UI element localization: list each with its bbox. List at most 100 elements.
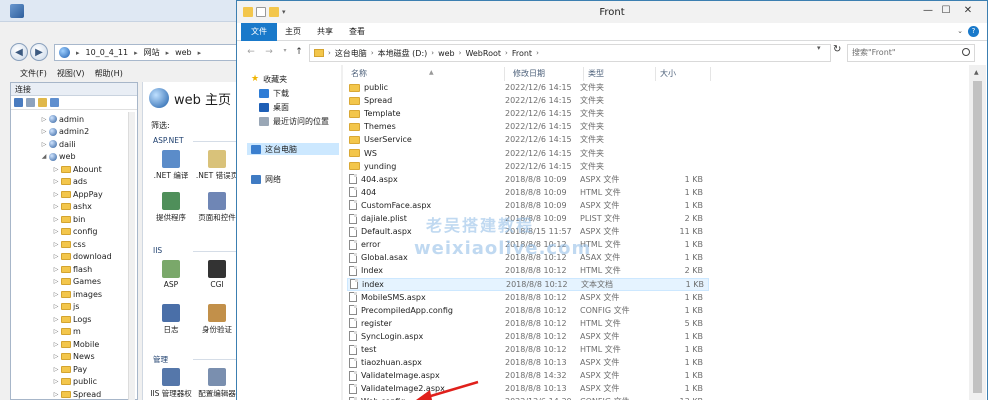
file-list-scrollbar[interactable]: ▲ bbox=[969, 65, 986, 400]
file-row[interactable]: Template 2022/12/6 14:15 文件夹 bbox=[347, 107, 709, 120]
address-part[interactable]: 10_0_4_11 bbox=[86, 48, 129, 57]
tree-folder[interactable]: ▷ config bbox=[53, 226, 98, 238]
address-part[interactable]: web bbox=[175, 48, 192, 57]
feature-item[interactable]: .NET 错误页 bbox=[195, 150, 239, 181]
collapsed-arrow-icon[interactable]: ▷ bbox=[53, 391, 59, 398]
refresh-icon[interactable] bbox=[50, 98, 59, 107]
feature-item[interactable]: 配置编辑器 bbox=[195, 368, 239, 399]
expanded-arrow-icon[interactable]: ◢ bbox=[41, 153, 47, 160]
collapsed-arrow-icon[interactable]: ▷ bbox=[53, 353, 59, 360]
tree-folder[interactable]: ▷ Logs bbox=[53, 313, 92, 325]
feature-item[interactable]: 身份验证 bbox=[195, 304, 239, 335]
tree-folder[interactable]: ▷ flash bbox=[53, 263, 93, 275]
collapsed-arrow-icon[interactable]: ▷ bbox=[53, 328, 59, 335]
tab-home[interactable]: 主页 bbox=[281, 23, 305, 41]
file-row[interactable]: public 2022/12/6 14:15 文件夹 bbox=[347, 81, 709, 94]
nav-favorites[interactable]: ★ 收藏夹 bbox=[251, 73, 287, 85]
nav-desktop[interactable]: 桌面 bbox=[259, 101, 289, 113]
collapsed-arrow-icon[interactable]: ▷ bbox=[53, 303, 59, 310]
collapsed-arrow-icon[interactable]: ▷ bbox=[41, 128, 47, 135]
feature-item[interactable]: 页面和控件 bbox=[195, 192, 239, 223]
file-row[interactable]: test 2018/8/8 10:12 HTML 文件 1 KB bbox=[347, 343, 709, 356]
tree-site[interactable]: ▷ admin bbox=[41, 113, 84, 125]
file-row[interactable]: UserService 2022/12/6 14:15 文件夹 bbox=[347, 133, 709, 146]
up-arrow-icon[interactable]: ↑ bbox=[293, 47, 305, 57]
feature-item[interactable]: 提供程序 bbox=[149, 192, 193, 223]
collapsed-arrow-icon[interactable]: ▷ bbox=[53, 278, 59, 285]
tree-site[interactable]: ◢ web bbox=[41, 151, 76, 163]
address-part-front[interactable]: Front bbox=[512, 49, 532, 58]
file-row[interactable]: 404 2018/8/8 10:09 HTML 文件 1 KB bbox=[347, 186, 709, 199]
back-arrow-icon[interactable]: ← bbox=[245, 47, 257, 57]
menu-file[interactable]: 文件(F) bbox=[20, 68, 47, 79]
tree-scrollbar[interactable] bbox=[128, 112, 135, 400]
tab-view[interactable]: 查看 bbox=[345, 23, 369, 41]
file-row[interactable]: WS 2022/12/6 14:15 文件夹 bbox=[347, 147, 709, 160]
file-row[interactable]: SyncLogin.aspx 2018/8/8 10:12 ASPX 文件 1 KB bbox=[347, 330, 709, 343]
nav-recent[interactable]: 最近访问的位置 bbox=[259, 115, 329, 127]
tree-folder[interactable]: ▷ Mobile bbox=[53, 338, 100, 350]
feature-item[interactable]: ASP bbox=[149, 260, 193, 289]
scrollbar-thumb[interactable] bbox=[973, 81, 982, 393]
tree-folder[interactable]: ▷ Spread bbox=[53, 388, 101, 400]
collapsed-arrow-icon[interactable]: ▷ bbox=[53, 228, 59, 235]
feature-item[interactable]: .NET 编译 bbox=[149, 150, 193, 181]
forward-arrow-icon[interactable]: → bbox=[263, 47, 275, 57]
tree-folder[interactable]: ▷ public bbox=[53, 376, 97, 388]
collapsed-arrow-icon[interactable]: ▷ bbox=[53, 291, 59, 298]
forward-arrow-icon[interactable]: ▶ bbox=[30, 43, 48, 61]
collapsed-arrow-icon[interactable]: ▷ bbox=[41, 116, 47, 123]
nav-network[interactable]: 网络 bbox=[251, 173, 281, 185]
address-part-webroot[interactable]: WebRoot bbox=[465, 49, 501, 58]
tree-folder[interactable]: ▷ Pay bbox=[53, 363, 87, 375]
tab-file[interactable]: 文件 bbox=[241, 23, 277, 41]
feature-item[interactable]: 日志 bbox=[149, 304, 193, 335]
tree-folder[interactable]: ▷ images bbox=[53, 288, 102, 300]
tree-folder[interactable]: ▷ m bbox=[53, 326, 81, 338]
tree-folder[interactable]: ▷ ads bbox=[53, 176, 87, 188]
collapsed-arrow-icon[interactable]: ▷ bbox=[53, 191, 59, 198]
collapsed-arrow-icon[interactable]: ▷ bbox=[53, 378, 59, 385]
file-row[interactable]: index 2018/8/8 10:12 文本文档 1 KB bbox=[347, 277, 709, 291]
file-row[interactable]: Spread 2022/12/6 14:15 文件夹 bbox=[347, 94, 709, 107]
iis-address-bar[interactable]: ▸ 10_0_4_11 ▸ 网站 ▸ web ▸ bbox=[54, 44, 240, 61]
collapsed-arrow-icon[interactable]: ▷ bbox=[41, 141, 47, 148]
tree-site[interactable]: ▷ admin2 bbox=[41, 126, 89, 138]
search-icon[interactable] bbox=[962, 48, 970, 56]
refresh-icon[interactable]: ↻ bbox=[833, 44, 847, 62]
folder-icon[interactable] bbox=[38, 98, 47, 107]
tree-folder[interactable]: ▷ Games bbox=[53, 276, 101, 288]
save-icon[interactable] bbox=[26, 98, 35, 107]
collapsed-arrow-icon[interactable]: ▷ bbox=[53, 178, 59, 185]
column-header-name[interactable]: ▲ 名称 bbox=[347, 67, 505, 81]
help-icon[interactable]: ? bbox=[968, 26, 979, 37]
collapsed-arrow-icon[interactable]: ▷ bbox=[53, 203, 59, 210]
collapsed-arrow-icon[interactable]: ▷ bbox=[53, 166, 59, 173]
address-part-drive[interactable]: 本地磁盘 (D:) bbox=[378, 48, 428, 59]
nav-downloads[interactable]: 下载 bbox=[259, 87, 289, 99]
feature-item[interactable]: IIS 管理器权 bbox=[149, 368, 193, 399]
tree-folder[interactable]: ▷ News bbox=[53, 351, 95, 363]
column-header-size[interactable]: 大小 bbox=[656, 67, 711, 81]
tab-share[interactable]: 共享 bbox=[313, 23, 337, 41]
maximize-button[interactable]: ☐ bbox=[935, 3, 957, 17]
connect-icon[interactable] bbox=[14, 98, 23, 107]
tree-folder[interactable]: ▷ js bbox=[53, 301, 80, 313]
collapsed-arrow-icon[interactable]: ▷ bbox=[53, 341, 59, 348]
tree-folder[interactable]: ▷ bin bbox=[53, 213, 86, 225]
address-bar[interactable]: › 这台电脑 › 本地磁盘 (D:) › web › WebRoot › Fro… bbox=[309, 44, 831, 62]
file-row[interactable]: MobileSMS.aspx 2018/8/8 10:12 ASPX 文件 1 KB bbox=[347, 291, 709, 304]
file-row[interactable]: register 2018/8/8 10:12 HTML 文件 5 KB bbox=[347, 317, 709, 330]
file-row[interactable]: Index 2018/8/8 10:12 HTML 文件 2 KB bbox=[347, 264, 709, 277]
tree-folder[interactable]: ▷ AppPay bbox=[53, 188, 103, 200]
file-row[interactable]: PrecompiledApp.config 2018/8/8 10:12 CONFI… bbox=[347, 304, 709, 317]
file-row[interactable]: CustomFace.aspx 2018/8/8 10:09 ASPX 文件 1 KB bbox=[347, 199, 709, 212]
menu-view[interactable]: 视图(V) bbox=[57, 68, 85, 79]
tree-site[interactable]: ▷ daili bbox=[41, 138, 76, 150]
collapsed-arrow-icon[interactable]: ▷ bbox=[53, 316, 59, 323]
scroll-up-icon[interactable]: ▲ bbox=[974, 69, 979, 76]
tree-folder[interactable]: ▷ ashx bbox=[53, 201, 92, 213]
tree-folder[interactable]: ▷ css bbox=[53, 238, 86, 250]
file-row[interactable]: 404.aspx 2018/8/8 10:09 ASPX 文件 1 KB bbox=[347, 173, 709, 186]
chevron-down-icon[interactable]: ▾ bbox=[279, 47, 291, 54]
